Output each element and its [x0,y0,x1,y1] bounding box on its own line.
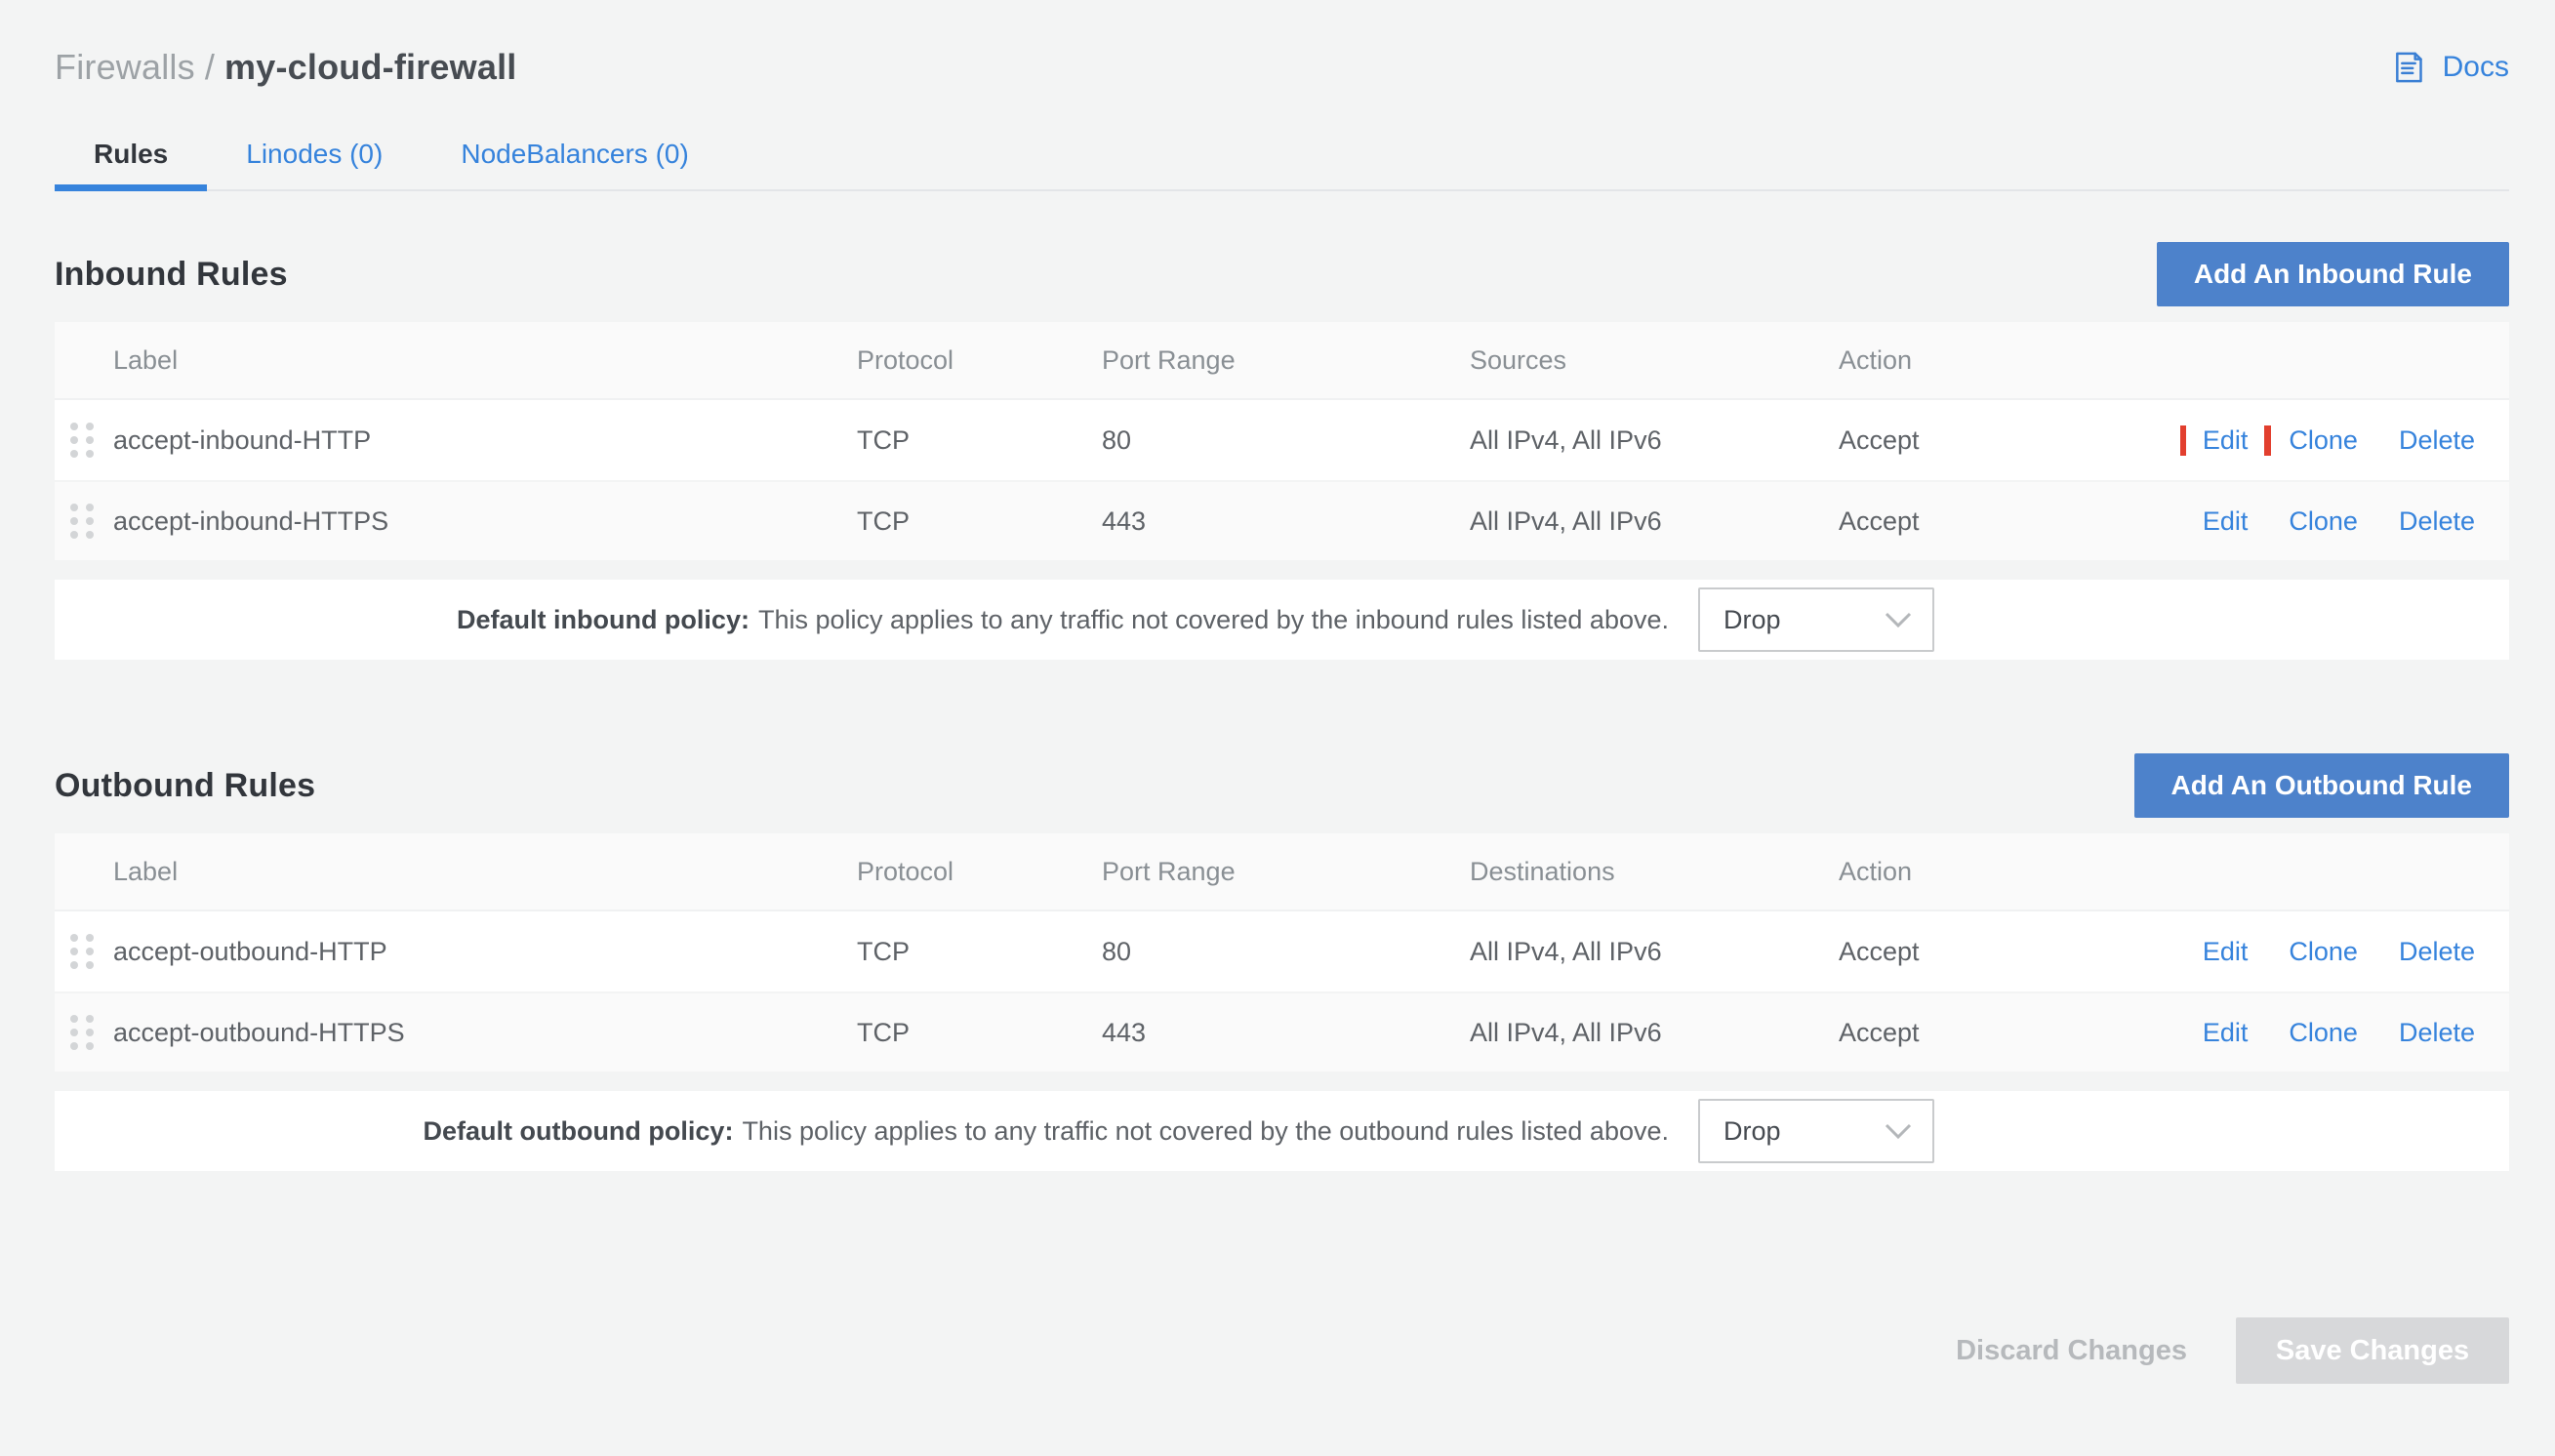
edit-link[interactable]: Edit [2203,1018,2249,1048]
rule-label: accept-inbound-HTTPS [113,506,857,537]
page-header: Firewalls/my-cloud-firewall Docs [55,47,2509,88]
add-inbound-rule-button[interactable]: Add An Inbound Rule [2157,242,2509,306]
clone-link[interactable]: Clone [2289,506,2358,537]
page-title: my-cloud-firewall [224,47,516,87]
drag-handle-icon[interactable] [70,504,94,539]
column-header-destinations: Destinations [1470,857,1839,887]
rule-label: accept-outbound-HTTP [113,937,857,967]
breadcrumb: Firewalls/my-cloud-firewall [55,47,516,88]
inbound-table-header: Label Protocol Port Range Sources Action [55,322,2509,400]
delete-link[interactable]: Delete [2399,506,2475,537]
rule-label: accept-outbound-HTTPS [113,1018,857,1048]
column-header-protocol: Protocol [857,857,1102,887]
tab-nodebalancers[interactable]: NodeBalancers (0) [422,125,727,189]
form-actions-footer: Discard Changes Save Changes [55,1317,2509,1384]
breadcrumb-firewalls-link[interactable]: Firewalls [55,47,195,87]
rule-port-range: 80 [1102,937,1470,967]
rule-port-range: 80 [1102,425,1470,456]
default-outbound-policy-row: Default outbound policy:This policy appl… [55,1091,2509,1171]
default-outbound-policy-select[interactable]: Drop [1698,1099,1934,1163]
rule-port-range: 443 [1102,506,1470,537]
clone-link[interactable]: Clone [2289,425,2358,456]
column-header-protocol: Protocol [857,345,1102,376]
outbound-rules-table: Label Protocol Port Range Destinations A… [55,833,2509,1072]
outbound-section-header: Outbound Rules Add An Outbound Rule [55,753,2509,818]
tab-rules[interactable]: Rules [55,125,207,189]
default-inbound-policy-text: Default inbound policy:This policy appli… [457,605,1669,635]
breadcrumb-separator: / [205,47,215,87]
default-inbound-policy-row: Default inbound policy:This policy appli… [55,580,2509,660]
rule-port-range: 443 [1102,1018,1470,1048]
docs-label: Docs [2443,51,2509,84]
delete-link[interactable]: Delete [2399,1018,2475,1048]
drag-handle-icon[interactable] [70,423,94,458]
rule-row-accept-outbound-http: accept-outbound-HTTP TCP 80 All IPv4, Al… [55,911,2509,991]
chevron-down-icon [1884,1122,1913,1140]
column-header-action: Action [1839,857,2180,887]
default-outbound-policy-label: Default outbound policy: [423,1116,733,1146]
chevron-down-icon [1884,611,1913,628]
rule-destinations: All IPv4, All IPv6 [1470,1018,1839,1048]
default-inbound-policy-value: Drop [1724,605,1781,635]
tab-linodes[interactable]: Linodes (0) [207,125,422,189]
rule-action: Accept [1839,425,2180,456]
rule-row-accept-inbound-http: accept-inbound-HTTP TCP 80 All IPv4, All… [55,400,2509,480]
inbound-section-header: Inbound Rules Add An Inbound Rule [55,242,2509,306]
outbound-rules-title: Outbound Rules [55,767,315,805]
edit-link[interactable]: Edit [2203,937,2249,967]
docs-icon [2389,48,2428,87]
edit-link[interactable]: Edit [2203,506,2249,537]
column-header-label: Label [113,857,857,887]
rule-protocol: TCP [857,1018,1102,1048]
inbound-rules-title: Inbound Rules [55,256,288,294]
docs-link[interactable]: Docs [2389,48,2509,87]
discard-changes-button[interactable]: Discard Changes [1952,1335,2191,1367]
rule-label: accept-inbound-HTTP [113,425,857,456]
rule-action: Accept [1839,506,2180,537]
rule-row-accept-inbound-https: accept-inbound-HTTPS TCP 443 All IPv4, A… [55,480,2509,560]
firewall-detail-page: Firewalls/my-cloud-firewall Docs Rules L… [0,0,2555,1384]
column-header-label: Label [113,345,857,376]
save-changes-button[interactable]: Save Changes [2236,1317,2509,1384]
rule-destinations: All IPv4, All IPv6 [1470,937,1839,967]
add-outbound-rule-button[interactable]: Add An Outbound Rule [2134,753,2509,818]
annotation-highlight-box [2180,425,2271,456]
column-header-port-range: Port Range [1102,345,1470,376]
rule-sources: All IPv4, All IPv6 [1470,506,1839,537]
edit-link[interactable]: Edit [2203,425,2249,456]
outbound-table-header: Label Protocol Port Range Destinations A… [55,833,2509,911]
rule-row-accept-outbound-https: accept-outbound-HTTPS TCP 443 All IPv4, … [55,991,2509,1072]
default-inbound-policy-select[interactable]: Drop [1698,587,1934,652]
rule-protocol: TCP [857,937,1102,967]
tab-bar: Rules Linodes (0) NodeBalancers (0) [55,125,2509,191]
inbound-rules-table: Label Protocol Port Range Sources Action… [55,322,2509,560]
drag-handle-icon[interactable] [70,934,94,969]
clone-link[interactable]: Clone [2289,937,2358,967]
default-inbound-policy-label: Default inbound policy: [457,605,750,634]
column-header-action: Action [1839,345,2180,376]
delete-link[interactable]: Delete [2399,425,2475,456]
rule-action: Accept [1839,1018,2180,1048]
rule-protocol: TCP [857,506,1102,537]
rule-protocol: TCP [857,425,1102,456]
rule-sources: All IPv4, All IPv6 [1470,425,1839,456]
delete-link[interactable]: Delete [2399,937,2475,967]
rule-action: Accept [1839,937,2180,967]
clone-link[interactable]: Clone [2289,1018,2358,1048]
default-outbound-policy-value: Drop [1724,1116,1781,1147]
default-outbound-policy-text: Default outbound policy:This policy appl… [423,1116,1669,1147]
column-header-port-range: Port Range [1102,857,1470,887]
drag-handle-icon[interactable] [70,1015,94,1050]
column-header-sources: Sources [1470,345,1839,376]
